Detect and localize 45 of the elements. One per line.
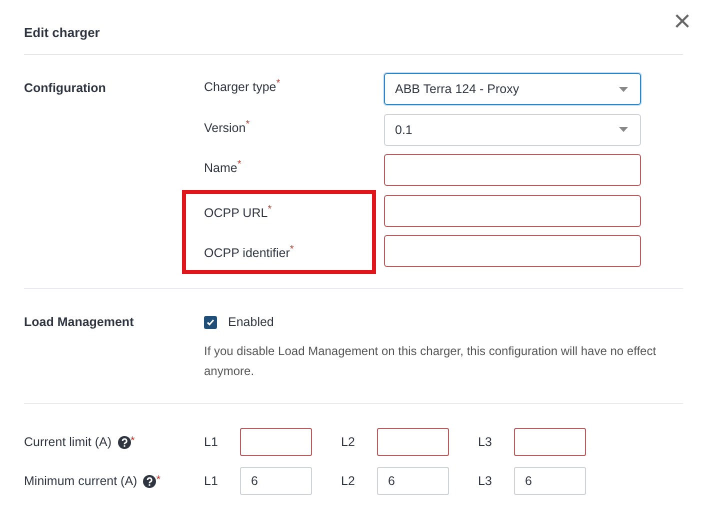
input-field[interactable] (384, 154, 641, 186)
field-label: OCPP URL (204, 206, 268, 220)
required-mark: * (237, 159, 242, 170)
field-label: Current limit (A) (24, 435, 112, 449)
field-value: ABB Terra 124 - Proxy (395, 82, 520, 96)
phase-label: L2 (341, 474, 356, 488)
field-label: Name (204, 161, 238, 175)
phase-label: L1 (204, 474, 219, 488)
section-heading: Load Management (24, 314, 135, 331)
required-mark: * (156, 474, 160, 486)
field-label: Charger type (204, 80, 276, 94)
checkbox[interactable] (204, 316, 217, 328)
required-mark: * (290, 244, 294, 255)
required-mark: * (268, 204, 272, 214)
input-field[interactable] (384, 235, 641, 267)
input-field[interactable] (377, 428, 449, 456)
input-field[interactable]: 6 (377, 467, 449, 495)
dropdown[interactable]: 0.1 (384, 114, 641, 146)
required-mark: * (276, 78, 280, 89)
caret-icon (619, 127, 628, 132)
help-icon[interactable] (143, 474, 156, 488)
input-field[interactable] (514, 428, 586, 456)
section-heading: Configuration (24, 80, 107, 97)
phase-label: L2 (341, 435, 356, 449)
dialog-title: Edit charger (24, 24, 100, 40)
input-field[interactable]: 6 (514, 467, 586, 495)
input-field[interactable] (384, 194, 641, 226)
required-mark: * (130, 435, 135, 447)
phase-label: L1 (204, 435, 219, 449)
input-field[interactable] (240, 428, 312, 456)
phase-label: L3 (478, 435, 493, 449)
input-field[interactable]: 6 (240, 467, 312, 495)
field-label: Version (204, 120, 246, 134)
checkbox-label: Enabled (228, 315, 274, 329)
checkmark-icon (206, 318, 215, 326)
description-text: If you disable Load Management on this charger, this configuration will have no effect anymore. (204, 343, 658, 380)
field-label: OCPP identifier (204, 246, 290, 260)
field-value: 0.1 (395, 122, 412, 136)
help-icon[interactable] (118, 436, 131, 448)
close-button[interactable]: × (673, 7, 691, 37)
caret-icon (619, 86, 628, 92)
dropdown[interactable]: ABB Terra 124 - Proxy (384, 73, 641, 105)
field-label: Minimum current (A) (24, 474, 138, 488)
required-mark: * (246, 118, 250, 130)
phase-label: L3 (478, 474, 493, 488)
